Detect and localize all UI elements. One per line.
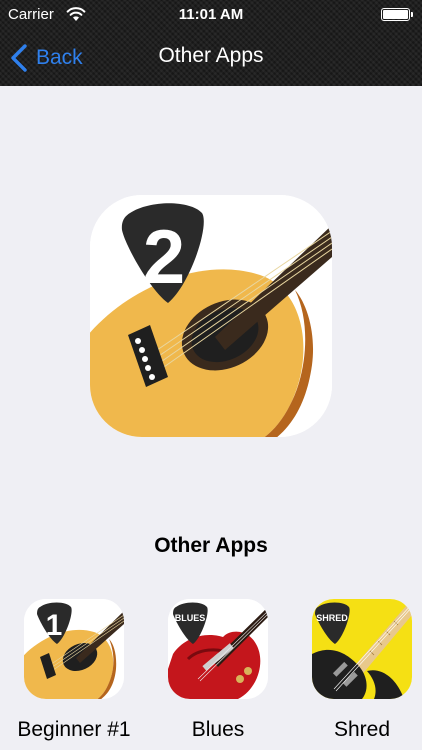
battery-icon [381, 8, 410, 21]
featured-app-icon[interactable]: 2 [90, 195, 332, 437]
acoustic-guitar-app-icon[interactable]: 1 [24, 599, 124, 699]
app-badge-blues: BLUES [175, 613, 206, 623]
top-bar: Carrier 11:01 AM Back Other Apps [0, 0, 422, 86]
app-name-beginner: Beginner #1 [17, 718, 131, 741]
status-time: 11:01 AM [178, 6, 244, 23]
app-item-beginner[interactable]: 1 Beginner #1 [4, 599, 144, 742]
app-name-shred: Shred [333, 718, 391, 741]
nav-title: Other Apps [158, 44, 264, 67]
guitar-app-icon: 2 [90, 195, 332, 437]
blues-guitar-app-icon[interactable]: BLUES [168, 599, 268, 699]
section-title: Other Apps [154, 534, 268, 557]
status-bar: Carrier 11:01 AM [0, 0, 422, 30]
app-item-shred[interactable]: SHRED Shred [292, 599, 422, 742]
app-item-blues[interactable]: BLUES Blues [148, 599, 288, 742]
battery-level [383, 10, 408, 19]
app-name-blues: Blues [191, 718, 245, 741]
app-badge-shred: SHRED [316, 613, 348, 623]
hero-badge-number: 2 [143, 215, 185, 300]
navigation-bar: Back Other Apps [0, 30, 422, 86]
battery-tip [411, 12, 413, 17]
app-badge-beginner: 1 [46, 609, 63, 642]
shred-guitar-app-icon[interactable]: SHRED [312, 599, 412, 699]
